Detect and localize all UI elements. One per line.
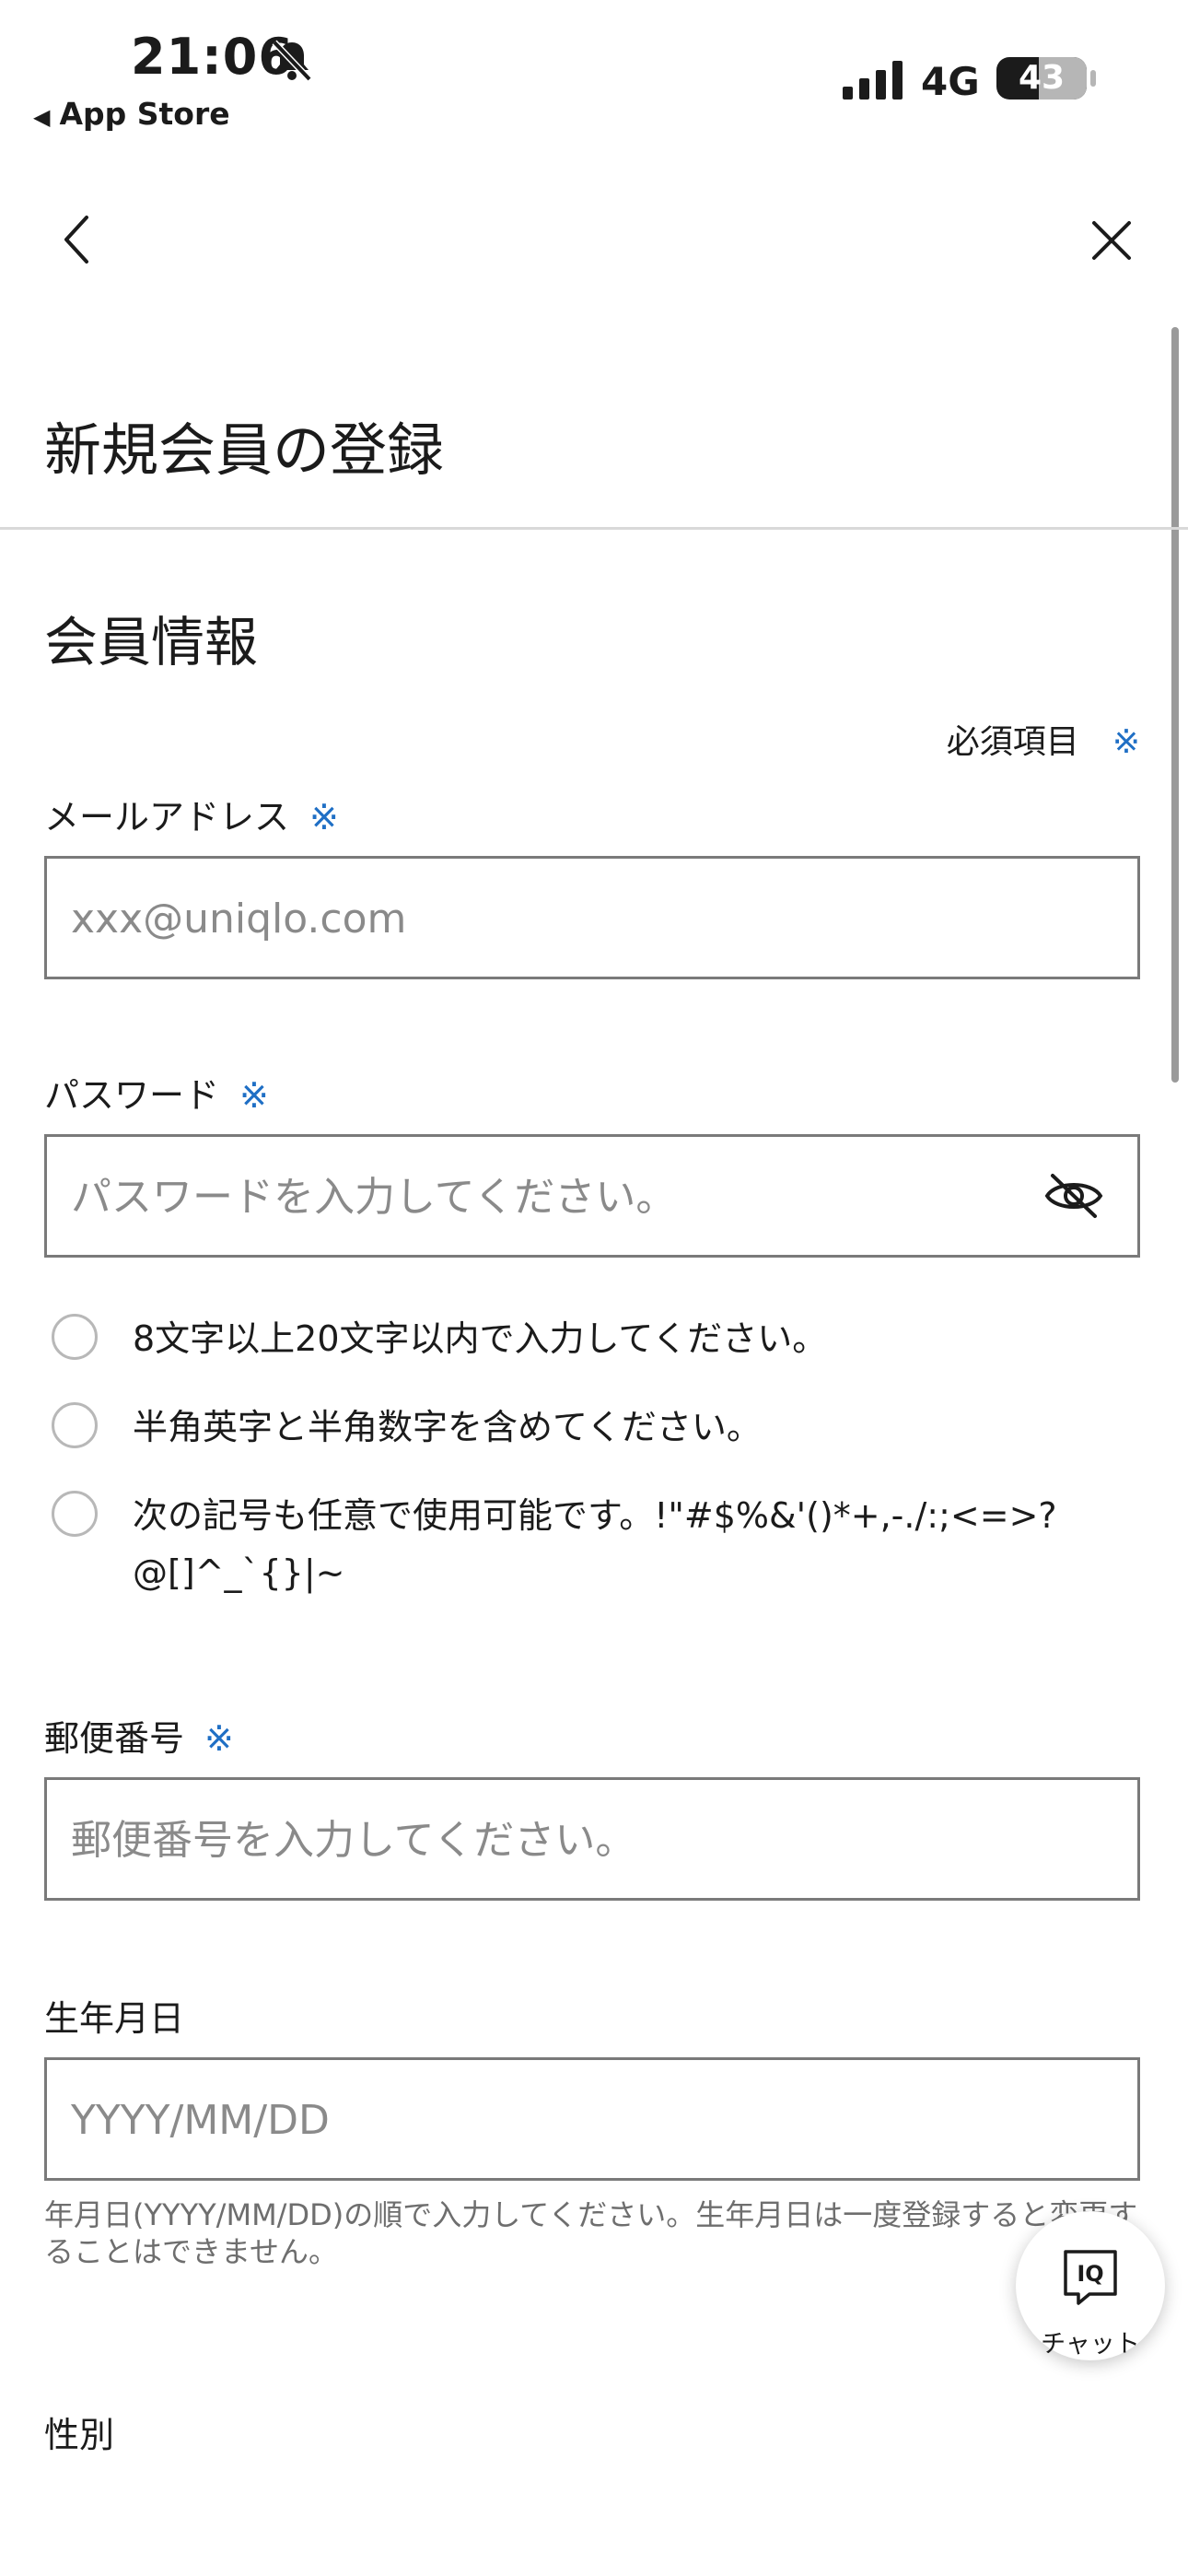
required-mark: ※ bbox=[239, 1075, 269, 1116]
rule-text: 8文字以上20文字以内で入力してください。 bbox=[133, 1318, 828, 1359]
email-field[interactable] bbox=[69, 859, 1031, 978]
rule-text: 半角英字と半角数字を含めてください。 bbox=[133, 1407, 762, 1447]
check-circle-icon bbox=[52, 1314, 98, 1360]
back-triangle-icon: ◀ bbox=[33, 104, 51, 130]
password-field-box bbox=[44, 1134, 1140, 1258]
email-field-box bbox=[44, 856, 1140, 979]
email-label: メールアドレス ※ bbox=[44, 789, 339, 839]
registration-page: 21:06 ◀ App Store 4G 43 新規会員の登録 会員情報 必須項目 bbox=[0, 0, 1188, 2576]
required-note: 必須項目 ※ bbox=[947, 715, 1140, 763]
bell-slash-icon bbox=[272, 40, 312, 82]
cellular-signal-icon bbox=[843, 61, 903, 100]
iq-chat-icon: IQ bbox=[1064, 2250, 1117, 2305]
scrollbar[interactable] bbox=[1171, 327, 1179, 1083]
birthday-hint: 年月日(YYYY/MM/DD)の順で入力してください。生年月日は一度登録すると変… bbox=[44, 2197, 1138, 2269]
iq-logo-text: IQ bbox=[1077, 2261, 1103, 2287]
required-mark: ※ bbox=[1112, 723, 1140, 761]
eye-slash-icon[interactable] bbox=[1043, 1172, 1104, 1220]
postal-label: 郵便番号 ※ bbox=[44, 1710, 234, 1761]
check-circle-icon bbox=[52, 1491, 98, 1537]
birthday-field-box bbox=[44, 2057, 1140, 2181]
postal-label-text: 郵便番号 bbox=[44, 1718, 185, 1759]
required-mark: ※ bbox=[309, 797, 339, 837]
required-mark: ※ bbox=[204, 1718, 234, 1759]
password-label: パスワード ※ bbox=[44, 1067, 269, 1118]
battery-cap bbox=[1090, 70, 1096, 87]
postal-field[interactable] bbox=[69, 1780, 1031, 1900]
postal-field-box bbox=[44, 1777, 1140, 1901]
battery-level: 43 bbox=[1018, 59, 1066, 97]
gender-label: 性別 bbox=[44, 2406, 114, 2457]
back-app-label: App Store bbox=[59, 96, 230, 132]
title-divider bbox=[0, 527, 1188, 530]
page-title: 新規会員の登録 bbox=[44, 416, 445, 484]
chevron-left-icon[interactable] bbox=[55, 212, 101, 267]
birthday-label: 生年月日 bbox=[44, 1990, 184, 2041]
required-note-label: 必須項目 bbox=[946, 723, 1079, 761]
status-bar: 21:06 ◀ App Store 4G 43 bbox=[0, 0, 1188, 147]
birthday-label-text: 生年月日 bbox=[44, 1998, 185, 2039]
network-type: 4G bbox=[921, 59, 980, 104]
section-title: 会員情報 bbox=[44, 611, 259, 673]
close-icon[interactable] bbox=[1089, 217, 1135, 263]
password-field[interactable] bbox=[69, 1137, 1031, 1257]
chat-label: チャット bbox=[1041, 2330, 1140, 2359]
back-to-app-store[interactable]: ◀ App Store bbox=[33, 96, 230, 132]
rule-text: 次の記号も任意で使用可能です。!"#$%&'()*+,-./:;<=>?@[]^… bbox=[133, 1495, 1057, 1593]
email-label-text: メールアドレス bbox=[44, 797, 290, 837]
password-label-text: パスワード bbox=[44, 1075, 220, 1116]
chat-button[interactable]: IQ チャット bbox=[1016, 2211, 1165, 2360]
check-circle-icon bbox=[52, 1402, 98, 1448]
gender-label-text: 性別 bbox=[44, 2415, 115, 2455]
birthday-field[interactable] bbox=[69, 2060, 1031, 2180]
battery-icon: 43 bbox=[996, 57, 1087, 100]
